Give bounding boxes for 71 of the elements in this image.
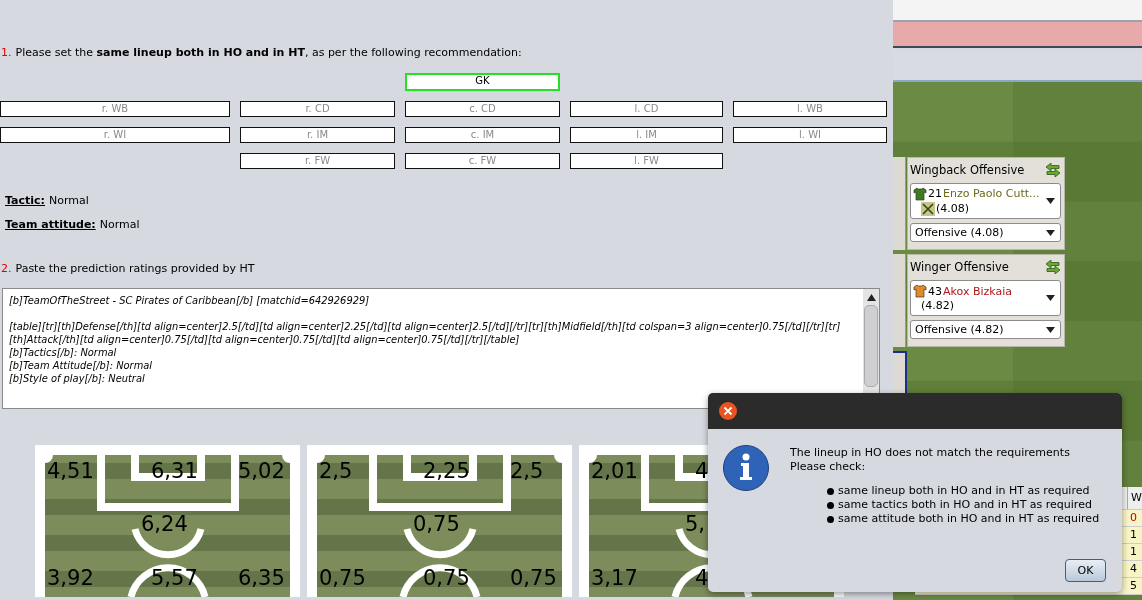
position-field[interactable]: GK	[405, 73, 560, 91]
instruction-text: Please set the same lineup both in HO and in HT, as per the following recommendation:	[15, 46, 522, 60]
ok-button[interactable]: OK	[1065, 559, 1106, 582]
rating-value: 5,	[685, 512, 706, 536]
bullet-icon	[827, 515, 834, 523]
instruction-text: Paste the prediction ratings provided by HT	[15, 262, 255, 276]
rating-value: 6,35	[238, 566, 285, 590]
column-header: W	[1127, 487, 1142, 509]
dropdown-arrow-icon[interactable]	[1046, 326, 1055, 333]
rating-value: 0,75	[510, 566, 557, 590]
bullet-icon	[827, 501, 834, 509]
position-field[interactable]: r. CD	[240, 101, 395, 117]
position-field[interactable]: r. IM	[240, 127, 395, 143]
requirement-text: same tactics both in HO and in HT as required	[838, 498, 1092, 512]
setting-label: Tactic:	[5, 194, 45, 208]
step-number: 2.	[1, 262, 12, 276]
table-cell-text: 0	[1129, 510, 1138, 526]
position-title: Winger Offensive	[910, 260, 1009, 274]
setting-label: Team attitude:	[5, 218, 96, 232]
position-field[interactable]: r. WI	[0, 127, 230, 143]
position-field[interactable]: r. WB	[0, 101, 230, 117]
dropdown-arrow-icon[interactable]	[1046, 198, 1055, 204]
rating-value: 3,17	[591, 566, 638, 590]
rating-value: 2,5	[319, 459, 353, 483]
position-field[interactable]: l. WI	[733, 127, 887, 143]
info-icon	[722, 444, 770, 492]
dropdown-arrow-icon[interactable]	[1046, 229, 1055, 236]
rating-value: 4,51	[47, 459, 94, 483]
rating-value: 0,75	[319, 566, 366, 590]
requirement-text: same attitude both in HO and in HT as required	[838, 512, 1100, 526]
table-cell-text: 1	[1129, 544, 1138, 560]
position-field[interactable]: r. FW	[240, 153, 395, 169]
player-rating: (4.08)	[936, 202, 970, 215]
position-field[interactable]: l. WB	[733, 101, 887, 117]
player-dropdown[interactable]: 21 Enzo Paolo Cutt... (4.08)	[910, 183, 1061, 219]
shirt-number: 43	[928, 284, 942, 298]
table-cell-text: 5	[1129, 578, 1138, 594]
player-card	[893, 351, 907, 395]
rating-value: 2,01	[591, 459, 638, 483]
position-field[interactable]: c. IM	[405, 127, 560, 143]
swap-arrows-icon[interactable]	[1045, 260, 1061, 274]
rating-value: 6,24	[141, 512, 188, 536]
rating-value: 0,75	[413, 512, 460, 536]
behaviour-dropdown[interactable]: Offensive (4.08)	[910, 223, 1061, 242]
step-number: 1.	[1, 46, 12, 60]
player-dropdown[interactable]: 43Akox Bizkaia (4.82)	[910, 280, 1061, 316]
swap-arrows-icon[interactable]	[1045, 163, 1061, 177]
setting-value: Normal	[99, 218, 140, 232]
rating-value: 3,92	[47, 566, 94, 590]
position-title: Wingback Offensive	[910, 163, 1025, 177]
player-name: Akox Bizkaia	[943, 284, 1012, 298]
dialog-message: Please check:	[790, 460, 867, 474]
shirt-number: 21	[928, 187, 942, 200]
dropdown-arrow-icon[interactable]	[1046, 295, 1055, 301]
position-field[interactable]: l. CD	[570, 101, 723, 117]
setting-value: Normal	[49, 194, 89, 208]
behaviour-dropdown[interactable]: Offensive (4.82)	[910, 320, 1061, 339]
bullet-icon	[827, 487, 834, 495]
rating-value: 5,02	[238, 459, 285, 483]
table-cell-text: 4	[1129, 561, 1138, 577]
position-field[interactable]: l. IM	[570, 127, 723, 143]
position-field[interactable]: c. FW	[405, 153, 560, 169]
position-field[interactable]: l. FW	[570, 153, 723, 169]
requirement-text: same lineup both in HO and in HT as required	[838, 484, 1090, 498]
table-cell-text: 1	[1129, 527, 1138, 543]
rating-value: 2,5	[510, 459, 544, 483]
dialog-message: The lineup in HO does not match the requirements	[790, 446, 1071, 460]
rating-value: 4	[695, 566, 709, 590]
player-name: Enzo Paolo Cutt...	[943, 187, 1040, 200]
player-rating: (4.82)	[921, 299, 955, 312]
position-field[interactable]: c. CD	[405, 101, 560, 117]
